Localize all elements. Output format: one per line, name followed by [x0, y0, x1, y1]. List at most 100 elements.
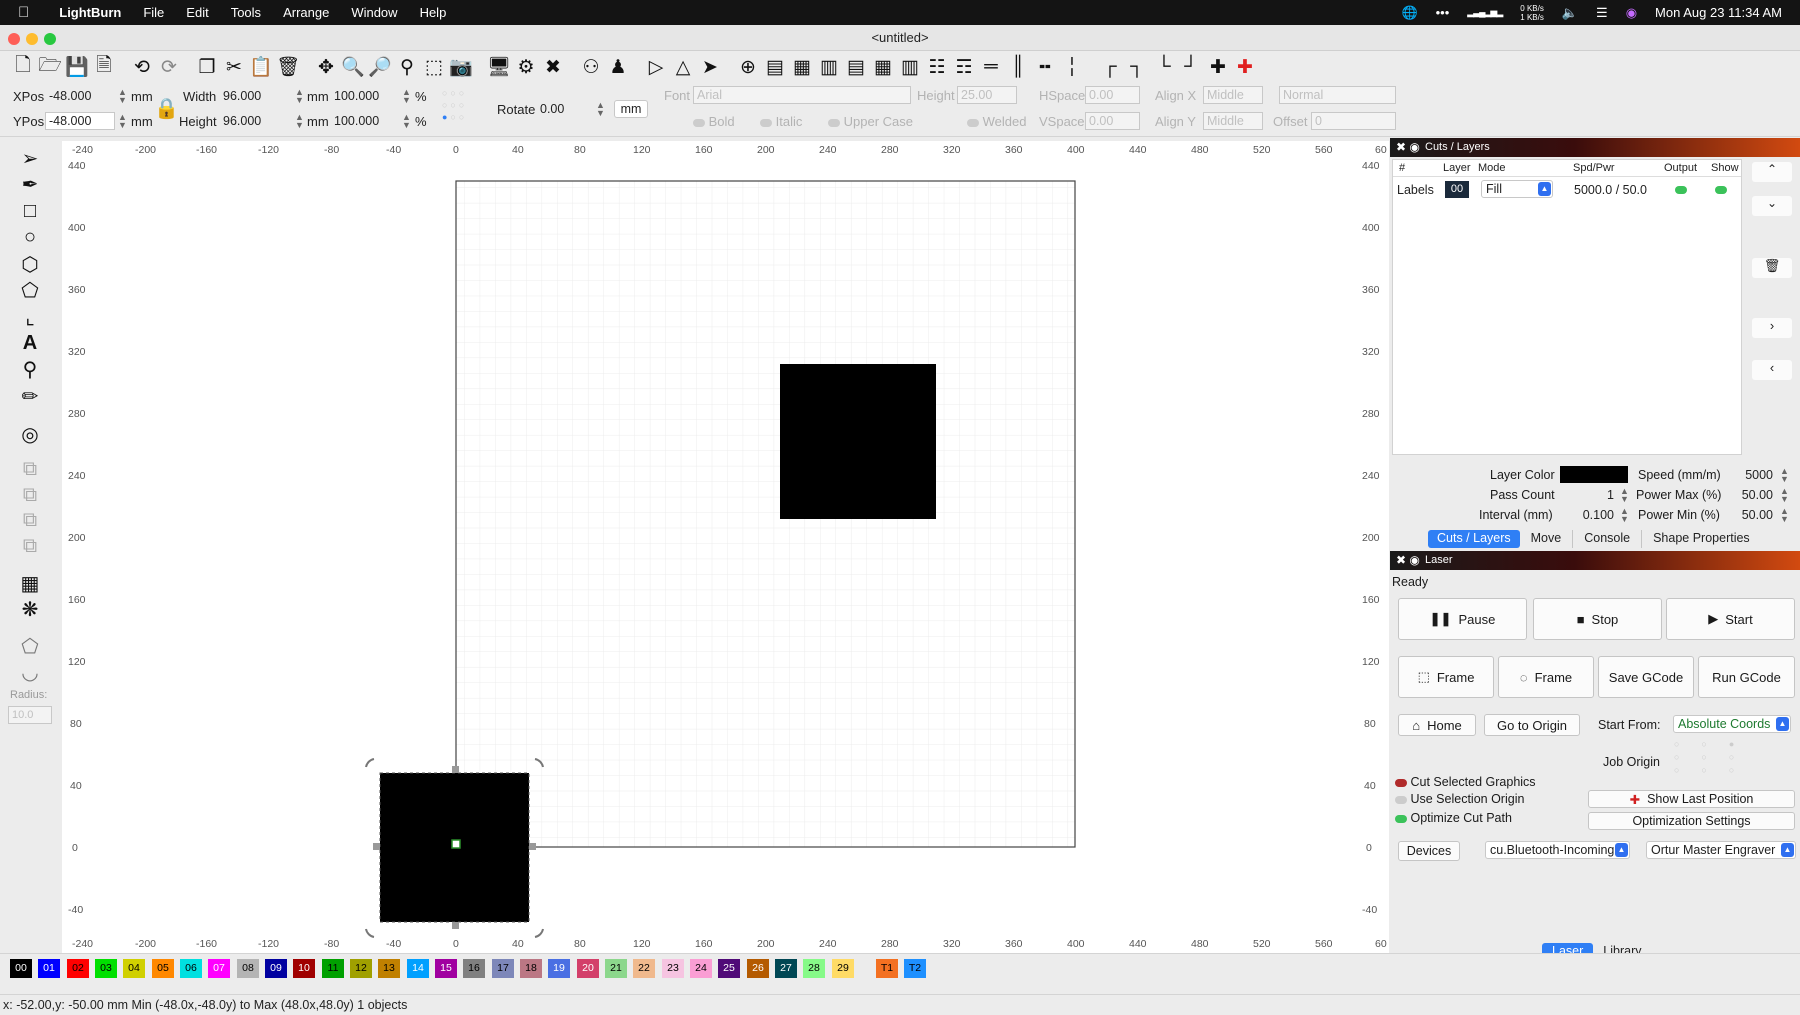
palette-swatch-13[interactable]: 13	[378, 959, 400, 978]
use-selection-origin-toggle[interactable]: Use Selection Origin	[1395, 792, 1524, 806]
zoom-fit-icon[interactable]: ⚲	[394, 54, 420, 80]
app-menu[interactable]: LightBurn	[59, 5, 121, 20]
palette-swatch-16[interactable]: 16	[463, 959, 485, 978]
resize-handle-left[interactable]	[373, 843, 380, 850]
job-origin-grid[interactable]: ○○●○○○○○○	[1674, 738, 1756, 777]
palette-swatch-25[interactable]: 25	[718, 959, 740, 978]
edit-nodes-icon[interactable]: ⬠	[17, 277, 43, 303]
palette-swatch-04[interactable]: 04	[123, 959, 145, 978]
boolean-union-icon[interactable]: ⧉	[17, 482, 43, 508]
pen-icon[interactable]: ✒	[17, 171, 43, 197]
ungroup-icon[interactable]: ♟	[605, 54, 631, 80]
height-input[interactable]: 96.000	[219, 112, 293, 130]
pause-button[interactable]: ❚❚Pause	[1398, 598, 1527, 640]
camera-icon[interactable]: 📷	[448, 54, 474, 80]
devices-button[interactable]: Devices	[1398, 841, 1460, 861]
italic-toggle[interactable]: Italic	[760, 114, 802, 129]
align-right-icon[interactable]: ▥	[816, 54, 842, 80]
close-panel-icon[interactable]: ✖ ◉	[1396, 138, 1420, 157]
radius-input[interactable]: 10.0	[8, 706, 52, 724]
import-icon[interactable]: 🗎	[91, 54, 117, 80]
palette-swatch-12[interactable]: 12	[350, 959, 372, 978]
align-top-icon[interactable]: ▤	[843, 54, 869, 80]
cut-selected-toggle[interactable]: Cut Selected Graphics	[1395, 775, 1536, 789]
red-crosshair-icon[interactable]: ✚	[1232, 54, 1258, 80]
start-button[interactable]: ▶Start	[1666, 598, 1795, 640]
power-max-stepper[interactable]: ▲▼	[1780, 487, 1789, 503]
menu-help[interactable]: Help	[420, 5, 447, 20]
zoom-out-icon[interactable]: 🔎	[367, 54, 393, 80]
show-last-position-button[interactable]: ✚Show Last Position	[1588, 790, 1795, 808]
copy-icon[interactable]: ❐	[194, 54, 220, 80]
palette-swatch-18[interactable]: 18	[520, 959, 542, 978]
width-input[interactable]: 96.000	[219, 87, 293, 105]
settings-gear-icon[interactable]: ⚙	[513, 54, 539, 80]
home-button[interactable]: ⌂Home	[1398, 714, 1476, 736]
height-stepper[interactable]: ▲▼	[295, 113, 304, 129]
tab-tool-icon[interactable]: ⬠	[17, 633, 43, 659]
polygon-tool-icon[interactable]: ⬡	[17, 251, 43, 277]
palette-swatch-03[interactable]: 03	[95, 959, 117, 978]
palette-swatch-09[interactable]: 09	[265, 959, 287, 978]
rotate-input[interactable]: 0.00	[536, 100, 594, 118]
power-min-stepper[interactable]: ▲▼	[1780, 507, 1789, 523]
circular-array-icon[interactable]: ❋	[17, 596, 43, 622]
weld-icon[interactable]: ⧉	[17, 456, 43, 482]
frame-tool-icon[interactable]: ⌞	[17, 304, 43, 330]
rotate-stepper[interactable]: ▲▼	[596, 101, 605, 117]
more-icon[interactable]: •••	[1436, 5, 1450, 20]
width-percent-input[interactable]: 100.000	[330, 87, 400, 105]
corner-radius-icon[interactable]: ◡	[17, 659, 43, 685]
palette-swatch-02[interactable]: 02	[67, 959, 89, 978]
width-stepper[interactable]: ▲▼	[295, 88, 304, 104]
redo-icon[interactable]: ⟳	[156, 54, 182, 80]
start-from-select[interactable]: Absolute Coords▲	[1673, 715, 1791, 733]
resize-handle-right[interactable]	[529, 843, 536, 850]
zoom-selection-icon[interactable]: ⬚	[421, 54, 447, 80]
font-select[interactable]: Arial	[693, 86, 911, 104]
monitor-icon[interactable]: 🖥	[486, 54, 512, 80]
palette-swatch-21[interactable]: 21	[605, 959, 627, 978]
palette-swatch-07[interactable]: 07	[208, 959, 230, 978]
anchor-selected-icon[interactable]: ●	[442, 112, 450, 122]
selection-center-handle[interactable]	[452, 840, 460, 848]
new-file-icon[interactable]: 🗋	[10, 54, 36, 80]
tab-cuts-layers[interactable]: Cuts / Layers	[1428, 530, 1520, 548]
xpos-input[interactable]: -48.000	[45, 87, 115, 105]
menu-edit[interactable]: Edit	[186, 5, 208, 20]
align-y-select[interactable]: Middle	[1203, 112, 1263, 130]
menu-tools[interactable]: Tools	[231, 5, 261, 20]
palette-swatch-26[interactable]: 26	[747, 959, 769, 978]
boolean-intersect-icon[interactable]: ⧉	[17, 533, 43, 559]
center-v-icon[interactable]: ╎	[1059, 54, 1085, 80]
grid-array-icon[interactable]: ▦	[17, 570, 43, 596]
group-icon[interactable]: ⚇	[578, 54, 604, 80]
palette-swatch-22[interactable]: 22	[633, 959, 655, 978]
canvas-svg[interactable]	[62, 141, 1389, 953]
move-layer-up-button[interactable]: ⌃	[1752, 162, 1792, 182]
minimize-window-button[interactable]	[26, 33, 38, 45]
align-bottom-icon[interactable]: ▥	[897, 54, 923, 80]
palette-swatch-05[interactable]: 05	[152, 959, 174, 978]
palette-swatch-23[interactable]: 23	[662, 959, 684, 978]
space-h-icon[interactable]: ═	[978, 54, 1004, 80]
move-icon[interactable]: ✥	[313, 54, 339, 80]
text-tool-icon[interactable]: A	[17, 330, 43, 356]
show-toggle[interactable]	[1715, 186, 1727, 194]
palette-swatch-28[interactable]: 28	[803, 959, 825, 978]
corner-br-icon[interactable]: ┘	[1178, 54, 1204, 80]
width-percent-stepper[interactable]: ▲▼	[402, 88, 411, 104]
go-to-origin-button[interactable]: Go to Origin	[1484, 714, 1580, 736]
measure-ruler-icon[interactable]: ✏	[17, 383, 43, 409]
layer-color-swatch[interactable]	[1560, 466, 1628, 483]
position-pin-icon[interactable]: ⚲	[17, 356, 43, 382]
stop-button[interactable]: ■Stop	[1533, 598, 1662, 640]
interval-stepper[interactable]: ▲▼	[1620, 507, 1629, 523]
palette-swatch-t1[interactable]: T1	[876, 959, 898, 978]
cpu-meter-icon[interactable]: ▂▃▄▂▅▂	[1467, 7, 1502, 18]
upper-case-toggle[interactable]: Upper Case	[828, 114, 913, 129]
rotate-handle-bottom-left[interactable]	[366, 929, 374, 937]
palette-swatch-00[interactable]: 00	[10, 959, 32, 978]
zoom-window-button[interactable]	[44, 33, 56, 45]
ypos-input[interactable]: -48.000	[45, 112, 115, 130]
